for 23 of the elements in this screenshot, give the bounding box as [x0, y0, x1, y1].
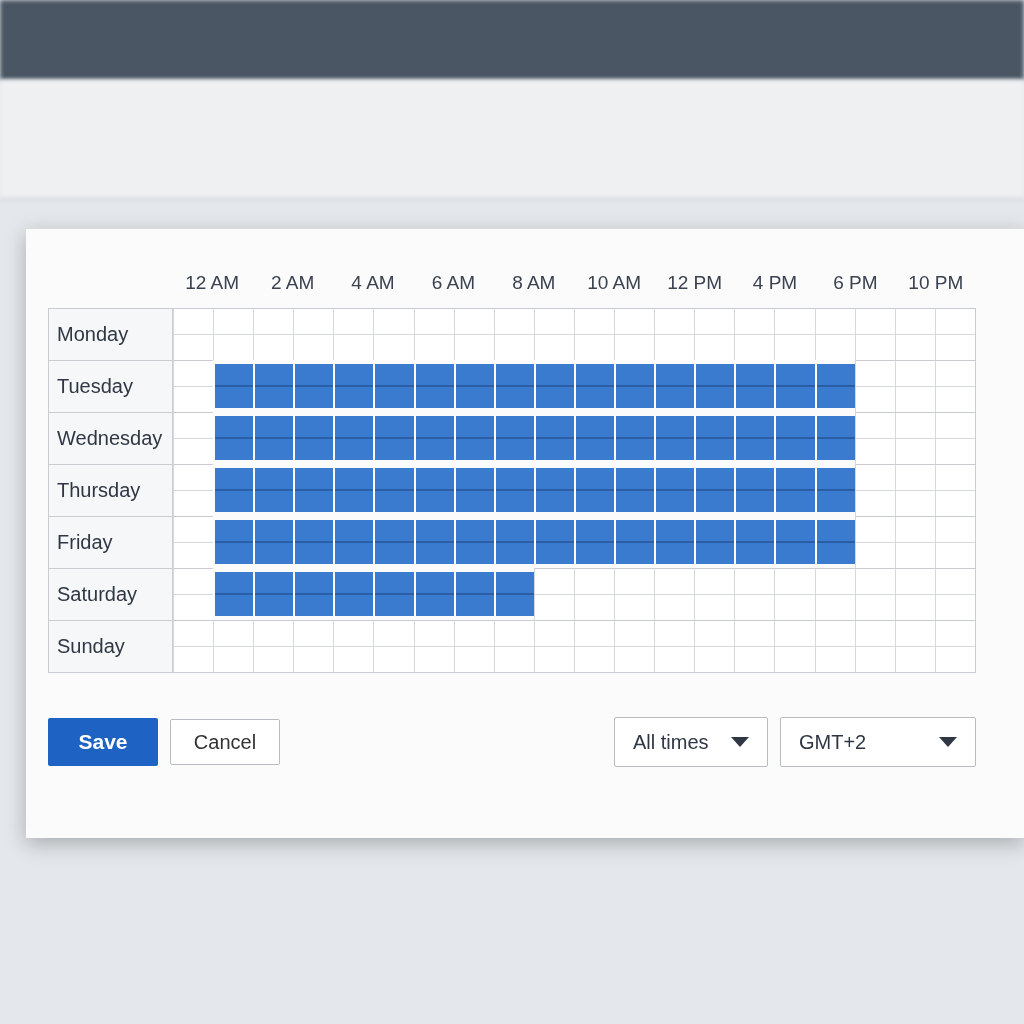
cancel-button[interactable]: Cancel [170, 718, 280, 765]
caret-icon [939, 736, 957, 747]
time-label: 6 AM [430, 271, 477, 295]
time-label: 8 AM [511, 271, 557, 295]
time-label: 12 PM [666, 271, 724, 295]
time-label: 10 PM [907, 271, 965, 295]
time-label: 12 AM [184, 271, 241, 295]
day-label: Saturday [49, 567, 173, 620]
time-label: 4 PM [751, 271, 799, 295]
time-label: 10 AM [586, 271, 643, 295]
day-label: Thursday [49, 463, 173, 516]
day-label: Tuesday [49, 359, 173, 412]
dropdown[interactable]: GMT+2 [780, 716, 976, 767]
day-label: Sunday [49, 619, 173, 672]
caret-icon [731, 736, 749, 747]
save-button[interactable]: Save [48, 717, 158, 766]
time-label: 6 PM [832, 271, 879, 295]
day-label: Friday [49, 515, 173, 568]
day-label: Wednesday [49, 411, 173, 464]
time-label: 2 AM [269, 271, 316, 295]
time-label: 4 AM [350, 271, 396, 295]
dropdown[interactable]: All times [614, 716, 768, 767]
day-label: Monday [49, 307, 173, 360]
